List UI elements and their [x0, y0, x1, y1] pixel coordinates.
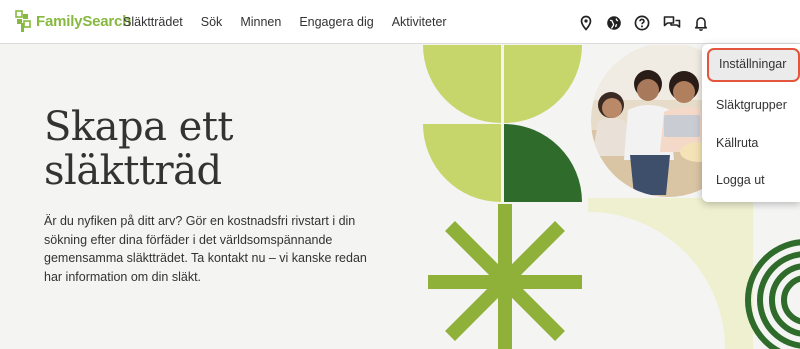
top-navigation-bar: FamilySearch Släktträdet Sök Minnen Enga…: [0, 0, 800, 44]
main-nav: Släktträdet Sök Minnen Engagera dig Akti…: [123, 0, 465, 44]
bell-icon[interactable]: [693, 15, 709, 31]
hero-description: Är du nyfiken på ditt arv? Gör en kostna…: [44, 214, 367, 284]
family-tree-logo-icon: [15, 10, 31, 32]
pale-green-quarter-shape: [588, 198, 753, 349]
nav-item-engagera-dig[interactable]: Engagera dig: [299, 15, 373, 29]
location-pin-icon[interactable]: [578, 15, 594, 31]
asterisk-shape: [428, 204, 582, 349]
hero-title: Skapa ett släktträd: [44, 105, 233, 193]
brand-name: FamilySearch: [36, 12, 132, 30]
concentric-arcs-shape: [745, 239, 800, 349]
nav-item-sok[interactable]: Sök: [201, 15, 223, 29]
hero-title-line-1: Skapa ett: [44, 104, 233, 150]
familysearch-logo[interactable]: FamilySearch: [15, 8, 131, 34]
dark-leaf-shape: [504, 124, 582, 202]
menu-item-logga-ut[interactable]: Logga ut: [702, 163, 800, 197]
menu-item-installningar[interactable]: Inställningar: [707, 48, 800, 82]
leaf-shape: [504, 45, 582, 123]
nav-item-minnen[interactable]: Minnen: [240, 15, 281, 29]
menu-item-slaktgrupper[interactable]: Släktgrupper: [702, 88, 800, 122]
user-menu-dropdown: Inställningar Släktgrupper Källruta Logg…: [702, 44, 800, 202]
nav-item-slakttradet[interactable]: Släktträdet: [123, 15, 183, 29]
chat-icon[interactable]: [663, 15, 681, 31]
hero-title-line-2: släktträd: [44, 148, 222, 194]
help-icon[interactable]: [634, 15, 650, 31]
menu-item-kallruta[interactable]: Källruta: [702, 126, 800, 160]
leaf-shape: [423, 45, 501, 123]
globe-icon[interactable]: [606, 15, 622, 31]
nav-item-aktiviteter[interactable]: Aktiviteter: [392, 15, 447, 29]
leaf-shape: [423, 124, 501, 202]
